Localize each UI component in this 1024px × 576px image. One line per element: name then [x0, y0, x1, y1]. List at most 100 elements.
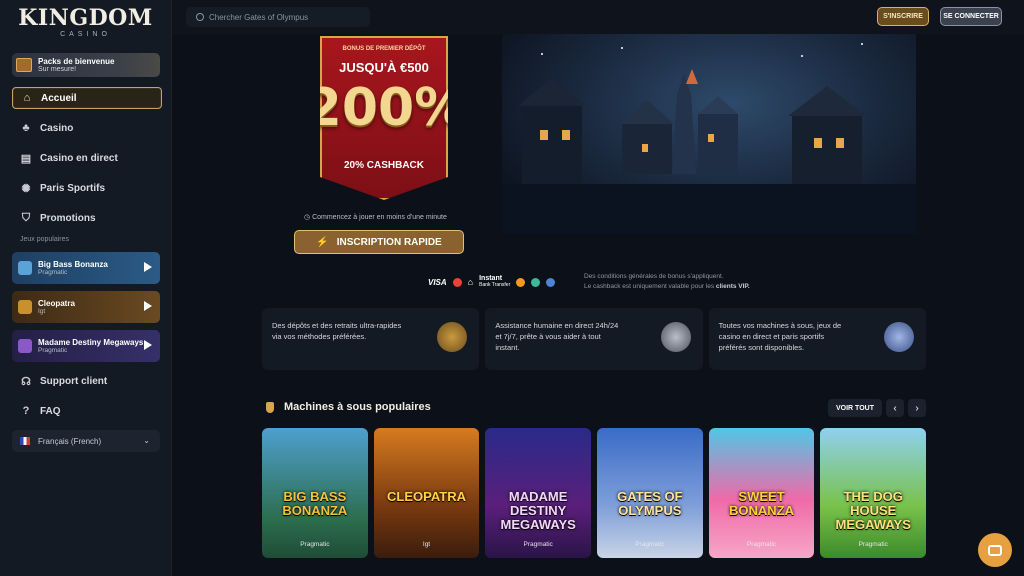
payment-methods: VISA ⌂ Instant Bank Transfer — [428, 275, 556, 289]
slot-provider: Igt — [422, 541, 431, 548]
home-icon: ⌂ — [23, 92, 31, 104]
feature-card-games: Toutes vos machines à sous, jeux de casi… — [708, 308, 926, 370]
slot-provider: Pragmatic — [858, 541, 888, 548]
cards-icon: ▤ — [20, 152, 32, 165]
language-label: Français (French) — [38, 436, 102, 446]
login-button[interactable]: SE CONNECTER — [940, 7, 1002, 26]
lightning-icon: ⚡ — [316, 236, 329, 248]
bonus-ribbon: BONUS DE PREMIER DÉPÔT JUSQU'À €500 200%… — [320, 36, 448, 200]
bell-icon — [266, 402, 274, 413]
cta-label: INSCRIPTION RAPIDE — [336, 236, 442, 248]
terms-line-2-text: Le cashback est uniquement valable pour … — [584, 283, 716, 290]
language-select[interactable]: Français (French) ⌄ — [12, 430, 160, 452]
bitcoin-icon — [516, 277, 526, 287]
search-icon — [196, 13, 204, 21]
slot-provider: Pragmatic — [746, 541, 777, 548]
play-icon — [144, 301, 152, 311]
nav-label: Casino — [40, 122, 74, 134]
welcome-title: Packs de bienvenue — [38, 56, 115, 66]
quick-signup-button[interactable]: ⚡ INSCRIPTION RAPIDE — [294, 230, 464, 254]
slot-name: GATES OF OLYMPUS — [617, 489, 683, 518]
slot-tile-the-dog-house-megaways[interactable]: THE DOG HOUSE MEGAWAYS Pragmatic — [820, 428, 927, 558]
game-title: Madame Destiny Megaways — [38, 337, 144, 347]
slot-provider: Pragmatic — [523, 541, 553, 548]
game-provider: Igt — [38, 307, 46, 315]
popular-game-big-bass-bonanza[interactable]: Big Bass Bonanza Pragmatic — [12, 252, 160, 284]
register-button[interactable]: S'INSCRIRE — [877, 7, 929, 26]
slot-tile-cleopatra[interactable]: CLEOPATRA Igt — [373, 428, 480, 558]
cherries-icon: ♣ — [22, 122, 30, 134]
search-box[interactable] — [186, 7, 370, 27]
welcome-packs-card[interactable]: Packs de bienvenue Sur mesure! — [12, 53, 160, 77]
terms-line-1: Des conditions générales de bonus s'appl… — [584, 273, 724, 280]
popular-slots-header: Machines à sous populaires VOIR TOUT ‹ › — [262, 398, 926, 418]
nav-label: Accueil — [41, 92, 77, 104]
feature-cards: Des dépôts et des retraits ultra-rapides… — [262, 308, 926, 370]
nav-item-paris-sportifs[interactable]: ✺ Paris Sportifs — [12, 177, 162, 199]
feature-text: Toutes vos machines à sous, jeux de casi… — [718, 321, 842, 352]
popular-game-madame-destiny-megaways[interactable]: Madame Destiny Megaways Pragmatic — [12, 330, 160, 362]
logo[interactable]: KINGDOM CASINO — [0, 0, 171, 46]
popular-games-label: Jeux populaires — [20, 236, 70, 243]
nav-label: FAQ — [40, 405, 61, 417]
sidebar: KINGDOM CASINO Packs de bienvenue Sur me… — [0, 0, 172, 576]
slot-name: THE DOG HOUSE MEGAWAYS — [835, 489, 911, 532]
shield-icon: ⛉ — [21, 211, 31, 224]
slot-provider: Pragmatic — [300, 541, 330, 548]
chevron-left-icon: ‹ — [893, 402, 897, 414]
nav-item-support[interactable]: ☊ Support client — [12, 370, 162, 392]
game-thumbnail — [18, 300, 32, 314]
game-title: Cleopatra — [38, 298, 75, 308]
clock-icon: ◷ — [304, 214, 313, 221]
crown-icon — [883, 322, 914, 352]
game-provider: Pragmatic — [38, 346, 68, 354]
bonus-terms: Des conditions générales de bonus s'appl… — [584, 272, 750, 292]
slot-tile-gates-of-olympus[interactable]: GATES OF OLYMPUS Pragmatic — [597, 428, 703, 558]
hero-banner: BONUS DE PREMIER DÉPÔT JUSQU'À €500 200%… — [262, 34, 916, 254]
slot-tile-big-bass-bonanza[interactable]: BIG BASS BONANZA Pragmatic — [262, 428, 368, 558]
search-input[interactable] — [209, 12, 359, 22]
tether-icon — [531, 277, 541, 287]
slot-tile-madame-destiny-megaways[interactable]: MADAME DESTINY MEGAWAYS Pragmatic — [485, 428, 592, 558]
slot-tiles: BIG BASS BONANZA Pragmatic CLEOPATRA Igt… — [262, 428, 927, 558]
game-thumbnail — [18, 261, 32, 275]
castle-village-illustration — [502, 34, 916, 234]
vip-clients-link[interactable]: clients VIP. — [716, 283, 750, 290]
logo-subtext: CASINO — [60, 31, 111, 38]
prev-arrow-button[interactable]: ‹ — [886, 399, 904, 417]
chevron-right-icon: › — [915, 402, 919, 414]
nav-item-promotions[interactable]: ⛉ Promotions — [12, 207, 162, 229]
topbar: S'INSCRIRE SE CONNECTER — [172, 0, 1024, 34]
instant-bank-transfer: Instant Bank Transfer — [479, 275, 510, 289]
play-icon — [144, 340, 152, 350]
terms-line-2: Le cashback est uniquement valable pour … — [584, 282, 750, 292]
nav-item-casino[interactable]: ♣ Casino — [12, 117, 162, 139]
game-title: Big Bass Bonanza — [38, 259, 108, 269]
knight-helmet-icon — [660, 322, 691, 352]
slot-name: BIG BASS BONANZA — [282, 489, 348, 518]
game-thumbnail — [18, 339, 32, 353]
bonus-label: BONUS DE PREMIER DÉPÔT — [342, 46, 426, 52]
feature-text: Assistance humaine en direct 24h/24 et 7… — [495, 321, 619, 352]
nav-label: Support client — [40, 375, 108, 387]
bonus-amount: JUSQU'À €500 — [339, 60, 429, 75]
next-arrow-button[interactable]: › — [908, 399, 926, 417]
see-all-button[interactable]: VOIR TOUT — [828, 399, 882, 417]
slot-name: MADAME DESTINY MEGAWAYS — [500, 489, 576, 532]
feature-card-support: Assistance humaine en direct 24h/24 et 7… — [485, 308, 703, 370]
welcome-subtitle: Sur mesure! — [38, 65, 77, 73]
game-provider: Pragmatic — [38, 268, 68, 276]
chat-bubble-icon — [988, 544, 1002, 556]
nav-label: Promotions — [40, 212, 96, 224]
live-chat-button[interactable] — [978, 533, 1012, 567]
mastercard-icon — [452, 277, 462, 287]
french-flag-icon — [20, 437, 30, 445]
popular-game-cleopatra[interactable]: Cleopatra Igt — [12, 291, 160, 323]
nav-item-accueil[interactable]: ⌂ Accueil — [12, 87, 162, 109]
bank-icon: ⌂ — [467, 277, 474, 287]
nav-item-faq[interactable]: ? FAQ — [12, 400, 162, 422]
slot-tile-sweet-bonanza[interactable]: SWEET BONANZA Pragmatic — [708, 428, 815, 558]
visa-logo: VISA — [428, 277, 447, 287]
section-title: Machines à sous populaires — [284, 401, 431, 413]
nav-item-casino-en-direct[interactable]: ▤ Casino en direct — [12, 147, 162, 169]
